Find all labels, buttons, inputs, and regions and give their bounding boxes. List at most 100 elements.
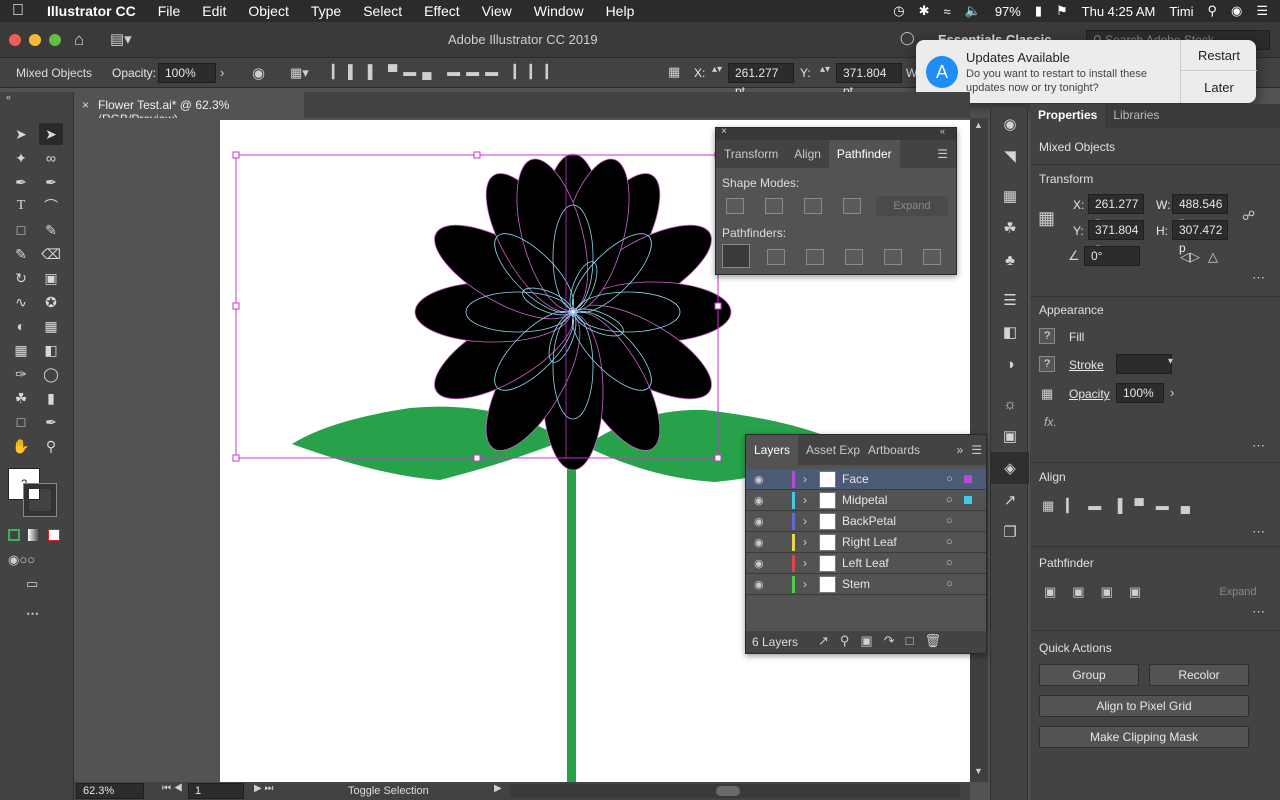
layer-name[interactable]: Midpetal [842,493,946,507]
layer-name[interactable]: BackPetal [842,514,946,528]
crop-icon[interactable] [845,249,863,265]
target-circle-icon[interactable]: ○ [946,557,960,569]
visibility-eye-icon[interactable]: ◉ [754,494,774,507]
outline-icon[interactable] [884,249,902,265]
volume-icon[interactable]: 🔈 [965,3,981,19]
stroke-icon[interactable]: ☰ [991,284,1029,316]
opacity-label[interactable]: Opacity: [112,66,156,80]
eraser-tool-icon[interactable]: ⌫ [39,243,63,265]
gradient-icon[interactable]: ◧ [991,316,1029,348]
menu-select[interactable]: Select [352,3,413,19]
layer-actions-icons[interactable]: ↗⚲▣↷□🗑 [818,633,952,649]
restart-button[interactable]: Restart [1181,40,1257,71]
layer-row[interactable]: ◉ › Stem ○ [746,574,986,595]
zoom-level-field[interactable]: 62.3% [76,783,144,799]
pathfinder-shape-buttons[interactable]: ▣▣▣▣ [1044,584,1157,600]
tab-asset-export[interactable]: Asset Expo [798,435,860,465]
workspace-layout-icon[interactable]: ▤▾ [110,30,132,48]
expand-layer-icon[interactable]: › [803,472,819,486]
minimize-window-button[interactable] [29,34,41,46]
horizontal-scrollbar[interactable] [510,784,960,798]
prop-h-field[interactable]: 307.472 p [1172,220,1228,255]
visibility-eye-icon[interactable]: ◉ [754,557,774,570]
trim-icon[interactable] [767,249,785,265]
close-window-button[interactable] [9,34,21,46]
panel-menu-icon[interactable]: ☰ [929,140,956,168]
perspective-grid-tool-icon[interactable]: ▦ [39,315,63,337]
lightbulb-icon[interactable]: ◯ [900,30,915,46]
expand-layer-icon[interactable]: › [803,493,819,507]
color-icon[interactable]: ◥ [991,140,1029,172]
eyedropper-tool-icon[interactable]: ✑ [9,363,33,385]
target-circle-icon[interactable]: ○ [946,536,960,548]
stroke-swatch[interactable] [23,483,57,517]
target-circle-icon[interactable]: ○ [946,494,960,506]
menu-help[interactable]: Help [595,3,646,19]
tab-layers[interactable]: Layers [746,435,799,465]
props-expand-button[interactable]: Expand [1206,582,1270,602]
stroke-dropdown-icon[interactable]: ▾ [1168,356,1173,367]
x-stepper-icon[interactable]: ▴▾ [712,64,722,75]
align-to-icon[interactable]: ▦▾ [290,65,309,81]
selection-tool-icon[interactable]: ➤ [9,123,33,145]
panel-grip[interactable]: × « [716,126,956,140]
time-machine-icon[interactable]: ◷ [893,3,904,19]
hand-tool-icon[interactable]: ✋ [9,435,33,457]
visibility-eye-icon[interactable]: ◉ [754,536,774,549]
pen-tool-icon[interactable]: ✒ [9,171,33,193]
notification-center-icon[interactable]: ☰ [1256,3,1268,19]
document-tab[interactable]: × Flower Test.ai* @ 62.3% (RGB/Preview) [74,92,304,126]
magic-wand-tool-icon[interactable]: ✦ [9,147,33,169]
mesh-tool-icon[interactable]: ▦ [9,339,33,361]
divide-icon[interactable] [722,244,750,268]
layer-name[interactable]: Stem [842,577,946,591]
layer-row[interactable]: ◉ › BackPetal ○ [746,511,986,532]
scroll-up-icon[interactable]: ▲ [974,120,983,130]
visibility-eye-icon[interactable]: ◉ [754,515,774,528]
artboard-tool-icon[interactable]: □ [9,411,33,433]
menu-edit[interactable]: Edit [191,3,237,19]
selection-indicator[interactable] [964,475,972,483]
expand-layer-icon[interactable]: › [803,577,819,591]
expand-layer-icon[interactable]: › [803,514,819,528]
type-tool-icon[interactable]: T [9,195,33,217]
user-name[interactable]: Timi [1169,4,1193,19]
draw-mode-icon[interactable]: ◉○○ [8,552,35,568]
artboard-number-field[interactable]: 1 [188,783,244,799]
stroke-weight-field[interactable] [1116,354,1172,374]
swatches-icon[interactable]: ▦ [991,180,1029,212]
align-buttons-icon[interactable]: ▦▎▬▐▀▬▄ [1042,498,1202,514]
artboards-icon[interactable]: ❐ [991,516,1029,548]
battery-percent[interactable]: 97% [995,4,1021,19]
fx-label[interactable]: fx. [1044,415,1057,429]
menu-file[interactable]: File [147,3,192,19]
collapse-toolbox-icon[interactable]: « [6,92,11,102]
make-clipping-mask-button[interactable]: Make Clipping Mask [1039,726,1249,748]
status-mode-label[interactable]: Toggle Selection [348,785,429,797]
menu-object[interactable]: Object [237,3,299,19]
tab-artboards[interactable]: Artboards [860,435,928,465]
status-menu-icon[interactable]: ▶ [494,783,502,794]
shape-builder-tool-icon[interactable]: ◐ [9,315,33,337]
more-options-icon[interactable]: ⋯ [1252,604,1265,620]
width-tool-icon[interactable]: ∿ [9,291,33,313]
group-button[interactable]: Group [1039,664,1139,686]
apple-icon[interactable]:  [0,2,36,20]
direct-selection-tool-icon[interactable]: ➤ [39,123,63,145]
chevron-right-icon[interactable]: › [220,65,224,80]
chevron-right-icon[interactable]: › [1170,385,1174,400]
layer-row[interactable]: ◉ › Face ○ [746,469,986,490]
battery-icon[interactable]: ▮ [1035,3,1042,19]
shaper-tool-icon[interactable]: ✎ [9,243,33,265]
scroll-down-icon[interactable]: ▼ [974,766,983,776]
more-options-icon[interactable]: ⋯ [1252,438,1265,454]
recolor-artwork-icon[interactable]: ◉ [252,64,265,82]
none-mode-icon[interactable] [48,529,60,541]
paintbrush-tool-icon[interactable]: ✎ [39,219,63,241]
stem-shape[interactable] [567,440,576,782]
flip-horizontal-icon[interactable]: ◁▷ [1180,249,1200,265]
visibility-eye-icon[interactable]: ◉ [754,473,774,486]
layer-name[interactable]: Right Leaf [842,535,946,549]
transparency-icon[interactable]: ◑ [991,348,1029,380]
stroke-swatch-small[interactable]: ? [1039,356,1055,372]
